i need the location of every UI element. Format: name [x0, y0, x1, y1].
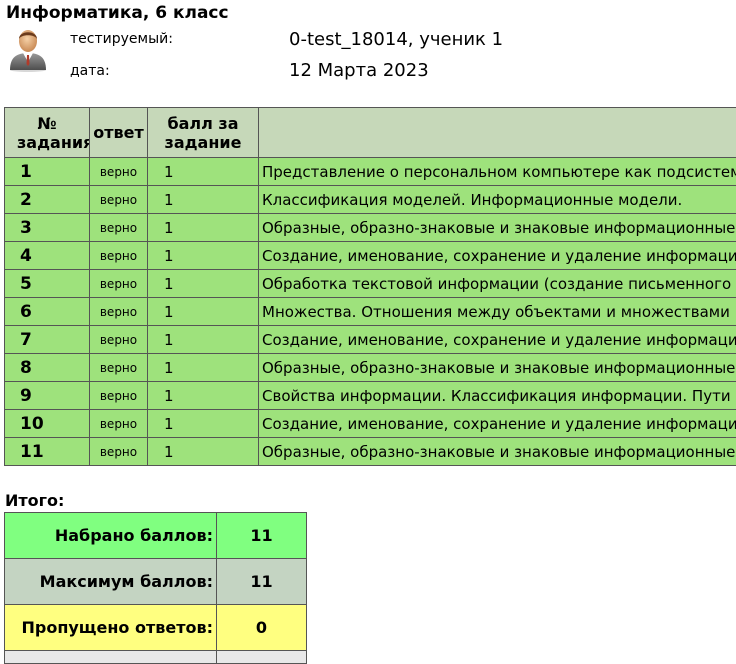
task-topic: Образные, образно-знаковые и знаковые ин… [259, 438, 736, 466]
table-row: 6верно1Множества. Отношения между объект… [5, 298, 736, 326]
task-number: 6 [5, 298, 90, 326]
task-answer: верно [90, 186, 148, 214]
results-table: № задания ответ балл за задание 1верно1П… [4, 107, 736, 466]
task-score: 1 [148, 270, 259, 298]
got-label: Набрано баллов: [5, 513, 217, 559]
task-number: 10 [5, 410, 90, 438]
task-answer: верно [90, 410, 148, 438]
table-row: 8верно1Образные, образно-знаковые и знак… [5, 354, 736, 382]
task-number: 11 [5, 438, 90, 466]
task-topic: Образные, образно-знаковые и знаковые ин… [259, 354, 736, 382]
table-row: 4верно1Создание, именование, сохранение … [5, 242, 736, 270]
summary-row-missed: Пропущено ответов: 0 [5, 605, 307, 651]
task-score: 1 [148, 214, 259, 242]
user-avatar-icon [8, 26, 48, 72]
task-number: 4 [5, 242, 90, 270]
task-topic: Создание, именование, сохранение и удале… [259, 326, 736, 354]
task-topic: Классификация моделей. Информационные мо… [259, 186, 736, 214]
task-score: 1 [148, 242, 259, 270]
task-topic: Создание, именование, сохранение и удале… [259, 410, 736, 438]
task-answer: верно [90, 354, 148, 382]
max-label: Максимум баллов: [5, 559, 217, 605]
table-header-row: № задания ответ балл за задание [5, 108, 736, 158]
table-row: 1верно1Представление о персональном комп… [5, 158, 736, 186]
task-topic: Свойства информации. Классификация инфор… [259, 382, 736, 410]
got-value: 11 [217, 513, 307, 559]
task-score: 1 [148, 410, 259, 438]
task-score: 1 [148, 326, 259, 354]
missed-value: 0 [217, 605, 307, 651]
max-value: 11 [217, 559, 307, 605]
table-row: 3верно1Образные, образно-знаковые и знак… [5, 214, 736, 242]
table-row: 9верно1Свойства информации. Классификаци… [5, 382, 736, 410]
table-row: 2верно1Классификация моделей. Информацио… [5, 186, 736, 214]
task-answer: верно [90, 326, 148, 354]
task-score: 1 [148, 158, 259, 186]
column-header-answer: ответ [90, 108, 148, 158]
summary-extra-cell [5, 651, 217, 664]
table-row: 10верно1Создание, именование, сохранение… [5, 410, 736, 438]
task-number: 9 [5, 382, 90, 410]
task-answer: верно [90, 438, 148, 466]
task-topic: Образные, образно-знаковые и знаковые ин… [259, 214, 736, 242]
table-row: 11верно1Образные, образно-знаковые и зна… [5, 438, 736, 466]
student-label: тестируемый: [70, 31, 173, 47]
student-value: 0-test_18014, ученик 1 [289, 29, 503, 50]
summary-heading: Итого: [5, 491, 64, 510]
task-topic: Множества. Отношения между объектами и м… [259, 298, 736, 326]
task-score: 1 [148, 438, 259, 466]
column-header-number: № задания [5, 108, 90, 158]
column-header-score: балл за задание [148, 108, 259, 158]
task-number: 7 [5, 326, 90, 354]
task-answer: верно [90, 270, 148, 298]
summary-row-max: Максимум баллов: 11 [5, 559, 307, 605]
task-score: 1 [148, 382, 259, 410]
task-score: 1 [148, 354, 259, 382]
task-number: 3 [5, 214, 90, 242]
date-value: 12 Марта 2023 [289, 60, 429, 81]
task-answer: верно [90, 382, 148, 410]
summary-extra-cell [217, 651, 307, 664]
task-number: 2 [5, 186, 90, 214]
task-topic: Представление о персональном компьютере … [259, 158, 736, 186]
task-answer: верно [90, 242, 148, 270]
task-number: 5 [5, 270, 90, 298]
task-answer: верно [90, 298, 148, 326]
task-topic: Создание, именование, сохранение и удале… [259, 242, 736, 270]
missed-label: Пропущено ответов: [5, 605, 217, 651]
summary-row-extra [5, 651, 307, 664]
task-answer: верно [90, 214, 148, 242]
task-topic: Обработка текстовой информации (создание… [259, 270, 736, 298]
task-answer: верно [90, 158, 148, 186]
date-label: дата: [70, 63, 110, 79]
task-number: 8 [5, 354, 90, 382]
task-score: 1 [148, 298, 259, 326]
task-score: 1 [148, 186, 259, 214]
table-row: 7верно1Создание, именование, сохранение … [5, 326, 736, 354]
task-number: 1 [5, 158, 90, 186]
summary-row-got: Набрано баллов: 11 [5, 513, 307, 559]
page-title: Информатика, 6 класс [6, 2, 229, 24]
column-header-topic [259, 108, 736, 158]
table-row: 5верно1Обработка текстовой информации (с… [5, 270, 736, 298]
summary-table: Набрано баллов: 11 Максимум баллов: 11 П… [4, 512, 307, 664]
